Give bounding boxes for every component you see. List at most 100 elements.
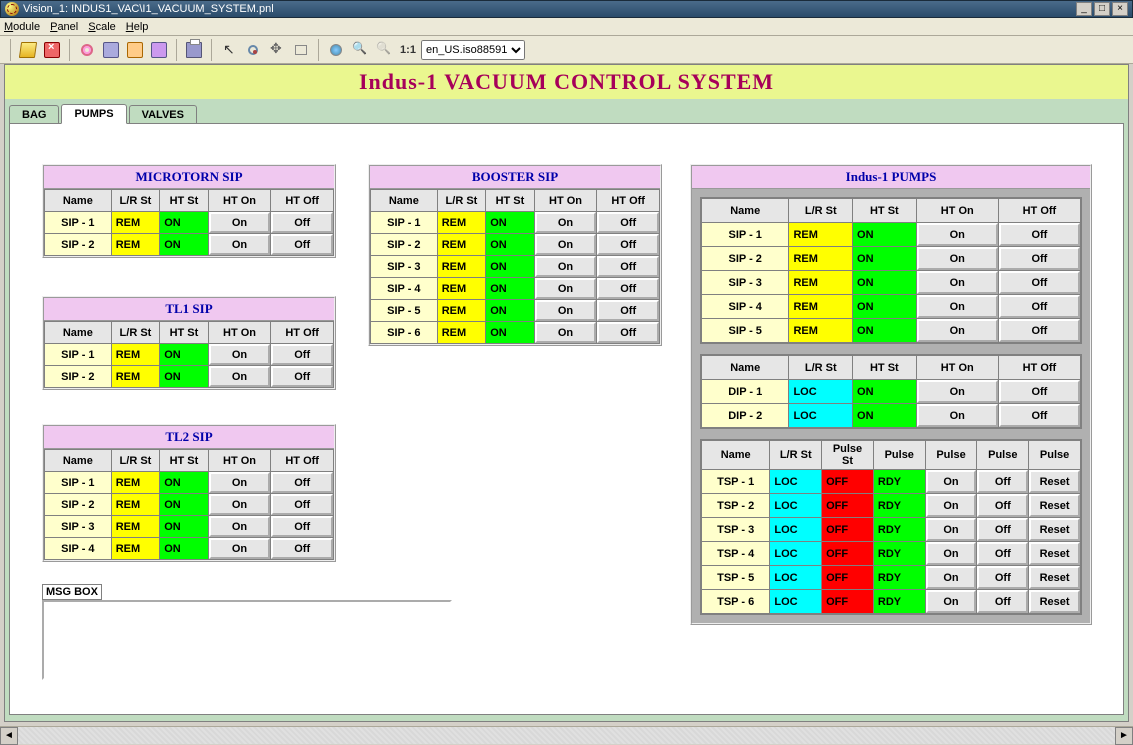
scroll-right-icon[interactable]: ► xyxy=(1115,727,1133,745)
ht-off-button[interactable]: Off xyxy=(271,344,333,365)
pulse-on-button[interactable]: On xyxy=(926,590,977,613)
table-indus-dip: NameL/R StHT StHT OnHT OffDIP - 1LOCONOn… xyxy=(701,355,1081,428)
col-header: Name xyxy=(45,322,112,344)
ht-off-button[interactable]: Off xyxy=(271,212,333,233)
ht-on-button[interactable]: On xyxy=(917,247,998,270)
horizontal-scrollbar[interactable]: ◄ ► xyxy=(0,726,1133,744)
ht-off-button[interactable]: Off xyxy=(597,278,659,299)
ht-on-button[interactable]: On xyxy=(535,212,597,233)
maximize-button[interactable]: □ xyxy=(1094,2,1110,16)
ht-on-button[interactable]: On xyxy=(209,538,271,559)
gear-icon[interactable] xyxy=(76,39,98,61)
row-name: DIP - 1 xyxy=(702,380,789,404)
ht-on-button[interactable]: On xyxy=(535,322,597,343)
ht-on-button[interactable]: On xyxy=(209,234,271,255)
ht-on-button[interactable]: On xyxy=(917,271,998,294)
ht-off-button[interactable]: Off xyxy=(999,247,1080,270)
tree-icon[interactable] xyxy=(100,39,122,61)
ht-off-button[interactable]: Off xyxy=(597,300,659,321)
pointer-icon[interactable] xyxy=(218,39,240,61)
ht-on-button[interactable]: On xyxy=(535,278,597,299)
ht-on-button[interactable]: On xyxy=(209,494,271,515)
ht-off-button[interactable]: Off xyxy=(597,322,659,343)
ht-on-button[interactable]: On xyxy=(917,223,998,246)
menu-help[interactable]: Help xyxy=(126,21,149,33)
pulse-off-button[interactable]: Off xyxy=(977,494,1028,517)
table-row: SIP - 4REMONOnOff xyxy=(702,295,1081,319)
module-icon[interactable] xyxy=(124,39,146,61)
menu-module[interactable]: Module xyxy=(4,21,40,33)
tab-bag[interactable]: BAG xyxy=(9,105,59,124)
ht-on-button[interactable]: On xyxy=(209,344,271,365)
ht-on-button[interactable]: On xyxy=(917,319,998,342)
pulse-reset-button[interactable]: Reset xyxy=(1029,494,1080,517)
ht-off-button[interactable]: Off xyxy=(999,319,1080,342)
ht-off-button[interactable]: Off xyxy=(271,538,333,559)
hierarchy-icon[interactable] xyxy=(148,39,170,61)
ht-off-button[interactable]: Off xyxy=(999,404,1080,427)
group-title-tl1: TL1 SIP xyxy=(44,298,334,321)
ht-off-button[interactable]: Off xyxy=(597,234,659,255)
pulse-off-button[interactable]: Off xyxy=(977,470,1028,493)
ht-off-button[interactable]: Off xyxy=(999,271,1080,294)
ht-on-button[interactable]: On xyxy=(917,404,998,427)
pulse-reset-button[interactable]: Reset xyxy=(1029,542,1080,565)
ratio-label[interactable]: 1:1 xyxy=(397,39,419,61)
ht-on-button[interactable]: On xyxy=(917,380,998,403)
open-icon[interactable] xyxy=(17,39,39,61)
pulse-reset-button[interactable]: Reset xyxy=(1029,590,1080,613)
ht-status: ON xyxy=(486,256,535,278)
msgbox[interactable] xyxy=(42,600,452,680)
encoding-select[interactable]: en_US.iso88591 xyxy=(421,40,525,60)
pulse-on-button[interactable]: On xyxy=(926,542,977,565)
row-name: SIP - 3 xyxy=(702,271,789,295)
col-header: L/R St xyxy=(111,190,160,212)
pulse-off-button[interactable]: Off xyxy=(977,590,1028,613)
ht-off-button[interactable]: Off xyxy=(271,472,333,493)
ht-off-button[interactable]: Off xyxy=(999,223,1080,246)
target-icon[interactable] xyxy=(242,39,264,61)
ht-on-button[interactable]: On xyxy=(917,295,998,318)
rect-icon[interactable] xyxy=(290,39,312,61)
ht-off-button[interactable]: Off xyxy=(271,366,333,387)
pulse-off-button[interactable]: Off xyxy=(977,566,1028,589)
pulse-reset-button[interactable]: Reset xyxy=(1029,518,1080,541)
ht-off-button[interactable]: Off xyxy=(597,256,659,277)
pulse-on-button[interactable]: On xyxy=(926,566,977,589)
pulse-on-button[interactable]: On xyxy=(926,470,977,493)
ht-off-button[interactable]: Off xyxy=(999,380,1080,403)
zoom-icon[interactable] xyxy=(349,39,371,61)
menu-scale[interactable]: Scale xyxy=(88,21,116,33)
pulse-on-button[interactable]: On xyxy=(926,518,977,541)
close-button[interactable]: × xyxy=(1112,2,1128,16)
scroll-track[interactable] xyxy=(18,727,1115,744)
ht-on-button[interactable]: On xyxy=(535,300,597,321)
scroll-left-icon[interactable]: ◄ xyxy=(0,727,18,745)
tab-pumps[interactable]: PUMPS xyxy=(61,104,126,124)
ht-status: ON xyxy=(160,234,209,256)
pulse-off-button[interactable]: Off xyxy=(977,542,1028,565)
pulse-off-button[interactable]: Off xyxy=(977,518,1028,541)
move-icon[interactable] xyxy=(266,39,288,61)
tab-valves[interactable]: VALVES xyxy=(129,105,197,124)
close-panel-icon[interactable] xyxy=(41,39,63,61)
ht-on-button[interactable]: On xyxy=(209,516,271,537)
print-icon[interactable] xyxy=(183,39,205,61)
ht-off-button[interactable]: Off xyxy=(271,234,333,255)
ht-off-button[interactable]: Off xyxy=(999,295,1080,318)
globe-icon[interactable] xyxy=(325,39,347,61)
minimize-button[interactable]: _ xyxy=(1076,2,1092,16)
pulse-reset-button[interactable]: Reset xyxy=(1029,470,1080,493)
ht-off-button[interactable]: Off xyxy=(271,516,333,537)
pulse-reset-button[interactable]: Reset xyxy=(1029,566,1080,589)
pulse-on-button[interactable]: On xyxy=(926,494,977,517)
ht-off-button[interactable]: Off xyxy=(271,494,333,515)
table-row: TSP - 3LOCOFFRDYOnOffReset xyxy=(702,518,1081,542)
ht-on-button[interactable]: On xyxy=(535,234,597,255)
ht-on-button[interactable]: On xyxy=(535,256,597,277)
ht-on-button[interactable]: On xyxy=(209,212,271,233)
ht-on-button[interactable]: On xyxy=(209,472,271,493)
menu-panel[interactable]: Panel xyxy=(50,21,78,33)
ht-off-button[interactable]: Off xyxy=(597,212,659,233)
ht-on-button[interactable]: On xyxy=(209,366,271,387)
